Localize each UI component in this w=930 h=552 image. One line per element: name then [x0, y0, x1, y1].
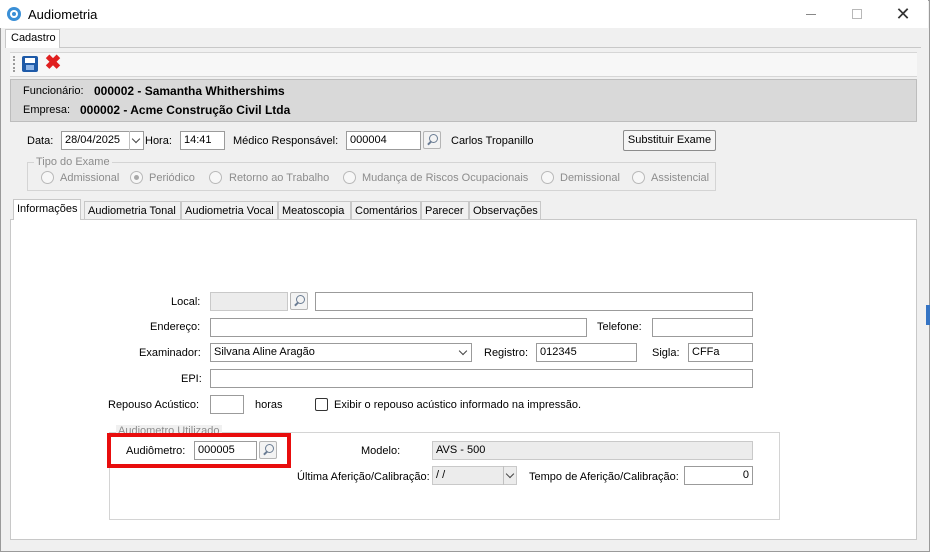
doctor-label: Médico Responsável:	[233, 135, 339, 147]
radio-label-periodico: Periódico	[149, 172, 195, 184]
date-label: Data:	[27, 135, 54, 147]
company-label: Empresa:	[23, 104, 71, 116]
examiner-label: Examinador:	[139, 347, 201, 359]
delete-icon[interactable]: ✖	[44, 53, 62, 73]
tab-parecer[interactable]: Parecer	[421, 201, 469, 219]
model-label: Modelo:	[361, 445, 401, 457]
radio-label-mudanca: Mudança de Riscos Ocupacionais	[362, 172, 529, 184]
minimize-icon	[806, 13, 816, 15]
radio-assistencial[interactable]	[632, 171, 645, 184]
epi-field[interactable]	[210, 369, 753, 388]
registry-value: 012345	[540, 346, 577, 358]
acronym-label: Sigla:	[652, 347, 680, 359]
acronym-field[interactable]: CFFa	[688, 343, 753, 362]
page-tab-divider	[5, 47, 921, 48]
calibration-time-value: 0	[742, 469, 749, 481]
acronym-value: CFFa	[692, 346, 720, 358]
phone-label: Telefone:	[597, 321, 642, 333]
minimize-button[interactable]	[788, 0, 834, 28]
background-window-edge	[926, 305, 930, 325]
doctor-code-value: 000004	[350, 134, 387, 146]
examiner-dropdown-icon[interactable]	[457, 343, 471, 362]
close-icon: ✕	[895, 3, 911, 24]
examiner-value: Silvana Aline Aragão	[214, 346, 315, 358]
doctor-search-icon[interactable]	[423, 131, 441, 149]
tabstrip-divider	[10, 219, 917, 220]
radio-label-demissional: Demissional	[560, 172, 620, 184]
toolbar	[10, 52, 917, 77]
app-icon	[7, 7, 21, 21]
doctor-name: Carlos Tropanillo	[451, 135, 534, 147]
radio-periodico[interactable]	[130, 171, 143, 184]
toolbar-grip[interactable]	[13, 56, 15, 72]
tab-meatoscopia[interactable]: Meatoscopia	[278, 201, 351, 219]
address-label: Endereço:	[150, 321, 201, 333]
time-field[interactable]: 14:41	[180, 131, 225, 150]
company-value: 000002 - Acme Construção Civil Ltda	[80, 103, 291, 117]
highlight-box	[107, 433, 291, 468]
last-calibration-value: / /	[436, 469, 446, 481]
date-value: 28/04/2025	[65, 134, 121, 146]
chevron-down-icon	[457, 343, 471, 362]
tab-cadastro[interactable]: Cadastro	[5, 29, 60, 48]
epi-label: EPI:	[181, 373, 202, 385]
tab-audiometria-tonal[interactable]: Audiometria Tonal	[84, 201, 181, 219]
local-code-field[interactable]	[210, 292, 288, 311]
rest-field[interactable]	[210, 395, 244, 414]
local-label: Local:	[171, 296, 201, 308]
show-rest-checkbox[interactable]	[315, 398, 328, 411]
radio-mudanca[interactable]	[343, 171, 356, 184]
last-calibration-label: Última Aferição/Calibração:	[297, 471, 430, 483]
replace-exam-button[interactable]: Substituir Exame	[623, 130, 716, 151]
radio-label-assistencial: Assistencial	[651, 172, 710, 184]
time-label: Hora:	[145, 135, 172, 147]
close-button[interactable]: ✕	[880, 0, 926, 28]
window-title: Audiometria	[28, 7, 98, 22]
tab-observacoes[interactable]: Observações	[469, 201, 541, 219]
calibration-time-label: Tempo de Aferição/Calibração:	[529, 471, 679, 483]
employee-label: Funcionário:	[23, 85, 84, 97]
address-field[interactable]	[210, 318, 587, 337]
phone-field[interactable]	[652, 318, 753, 337]
employee-value: 000002 - Samantha Whithershims	[94, 84, 285, 98]
radio-retorno[interactable]	[209, 171, 222, 184]
doctor-code-field[interactable]: 000004	[346, 131, 421, 150]
tab-audiometria-vocal[interactable]: Audiometria Vocal	[181, 201, 278, 219]
maximize-button[interactable]	[834, 0, 880, 28]
time-value: 14:41	[184, 134, 212, 146]
examiner-select[interactable]: Silvana Aline Aragão	[210, 343, 472, 362]
local-name-field[interactable]	[315, 292, 753, 311]
registry-field[interactable]: 012345	[536, 343, 637, 362]
model-value: AVS - 500	[436, 444, 486, 456]
tab-informacoes[interactable]: Informações	[13, 199, 81, 220]
exam-type-title: Tipo do Exame	[34, 156, 112, 168]
radio-demissional[interactable]	[541, 171, 554, 184]
registry-label: Registro:	[484, 347, 529, 359]
radio-label-retorno: Retorno ao Trabalho	[229, 172, 330, 184]
calendar-dropdown-icon[interactable]	[503, 466, 517, 485]
show-rest-label: Exibir o repouso acústico informado na i…	[334, 399, 582, 411]
radio-admissional[interactable]	[41, 171, 54, 184]
tab-comentarios[interactable]: Comentários	[351, 201, 421, 219]
rest-unit: horas	[255, 399, 283, 411]
model-field: AVS - 500	[432, 441, 753, 460]
radio-label-admissional: Admissional	[60, 172, 120, 184]
date-dropdown-icon[interactable]	[129, 131, 143, 150]
maximize-icon	[852, 9, 862, 19]
rest-label: Repouso Acústico:	[108, 399, 200, 411]
local-search-icon[interactable]	[290, 292, 308, 310]
calibration-time-field[interactable]: 0	[684, 466, 753, 485]
save-icon[interactable]	[22, 56, 38, 72]
